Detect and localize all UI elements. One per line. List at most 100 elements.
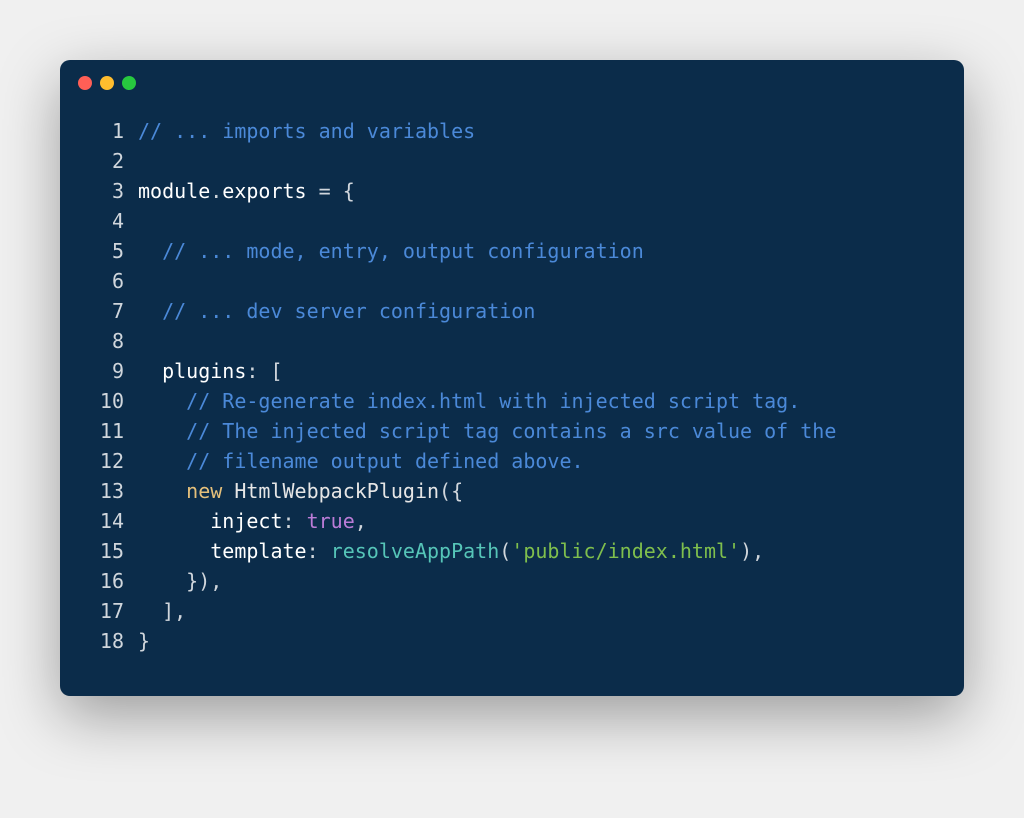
code-token: } bbox=[138, 629, 150, 653]
line-number: 8 bbox=[84, 326, 124, 356]
code-content bbox=[138, 266, 940, 296]
code-content: ], bbox=[138, 596, 940, 626]
code-line: 3 module.exports = { bbox=[84, 176, 940, 206]
code-token: , bbox=[355, 509, 367, 533]
code-token bbox=[138, 569, 186, 593]
code-line: 17 ], bbox=[84, 596, 940, 626]
code-token bbox=[138, 599, 162, 623]
code-token bbox=[138, 389, 186, 413]
code-token: ], bbox=[162, 599, 186, 623]
code-token: // ... dev server configuration bbox=[162, 299, 535, 323]
code-content: new HtmlWebpackPlugin({ bbox=[138, 476, 940, 506]
code-token bbox=[138, 359, 162, 383]
line-number: 13 bbox=[84, 476, 124, 506]
code-token: // ... imports and variables bbox=[138, 119, 475, 143]
code-token: plugins bbox=[162, 359, 246, 383]
code-content bbox=[138, 206, 940, 236]
code-token: : [ bbox=[246, 359, 282, 383]
code-content: module.exports = { bbox=[138, 176, 940, 206]
code-token: ), bbox=[740, 539, 764, 563]
code-token bbox=[222, 479, 234, 503]
code-token: true bbox=[307, 509, 355, 533]
maximize-dot[interactable] bbox=[122, 76, 136, 90]
line-number: 15 bbox=[84, 536, 124, 566]
line-number: 18 bbox=[84, 626, 124, 656]
line-number: 14 bbox=[84, 506, 124, 536]
titlebar bbox=[60, 60, 964, 100]
code-token: ({ bbox=[439, 479, 463, 503]
code-line: 2 bbox=[84, 146, 940, 176]
code-token: inject bbox=[210, 509, 282, 533]
close-dot[interactable] bbox=[78, 76, 92, 90]
code-token: new bbox=[186, 479, 222, 503]
line-number: 4 bbox=[84, 206, 124, 236]
code-content bbox=[138, 326, 940, 356]
line-number: 12 bbox=[84, 446, 124, 476]
code-token: template bbox=[210, 539, 306, 563]
code-line: 5 // ... mode, entry, output configurati… bbox=[84, 236, 940, 266]
code-token bbox=[138, 419, 186, 443]
code-line: 6 bbox=[84, 266, 940, 296]
code-content: // filename output defined above. bbox=[138, 446, 940, 476]
line-number: 9 bbox=[84, 356, 124, 386]
code-content: template: resolveAppPath('public/index.h… bbox=[138, 536, 940, 566]
code-token bbox=[138, 239, 162, 263]
line-number: 7 bbox=[84, 296, 124, 326]
line-number: 5 bbox=[84, 236, 124, 266]
code-line: 7 // ... dev server configuration bbox=[84, 296, 940, 326]
code-token bbox=[138, 449, 186, 473]
line-number: 16 bbox=[84, 566, 124, 596]
code-line: 16 }), bbox=[84, 566, 940, 596]
line-number: 6 bbox=[84, 266, 124, 296]
code-token: exports bbox=[222, 179, 306, 203]
code-token: // Re-generate index.html with injected … bbox=[186, 389, 800, 413]
code-line: 4 bbox=[84, 206, 940, 236]
code-line: 10 // Re-generate index.html with inject… bbox=[84, 386, 940, 416]
line-number: 3 bbox=[84, 176, 124, 206]
code-token: 'public/index.html' bbox=[511, 539, 740, 563]
line-number: 2 bbox=[84, 146, 124, 176]
code-token: : bbox=[283, 509, 307, 533]
code-line: 8 bbox=[84, 326, 940, 356]
code-token: // filename output defined above. bbox=[186, 449, 583, 473]
code-line: 14 inject: true, bbox=[84, 506, 940, 536]
code-token: . bbox=[210, 179, 222, 203]
code-content: inject: true, bbox=[138, 506, 940, 536]
code-token bbox=[138, 479, 186, 503]
code-line: 15 template: resolveAppPath('public/inde… bbox=[84, 536, 940, 566]
code-content: plugins: [ bbox=[138, 356, 940, 386]
code-token bbox=[138, 299, 162, 323]
code-content: // Re-generate index.html with injected … bbox=[138, 386, 940, 416]
code-token bbox=[138, 509, 210, 533]
code-content bbox=[138, 146, 940, 176]
code-line: 9 plugins: [ bbox=[84, 356, 940, 386]
code-token bbox=[138, 539, 210, 563]
code-token: // ... mode, entry, output configuration bbox=[162, 239, 644, 263]
line-number: 17 bbox=[84, 596, 124, 626]
line-number: 11 bbox=[84, 416, 124, 446]
line-number: 10 bbox=[84, 386, 124, 416]
code-line: 11 // The injected script tag contains a… bbox=[84, 416, 940, 446]
code-line: 12 // filename output defined above. bbox=[84, 446, 940, 476]
code-window: 1 // ... imports and variables 23 module.ex… bbox=[60, 60, 964, 696]
code-content: // ... dev server configuration bbox=[138, 296, 940, 326]
minimize-dot[interactable] bbox=[100, 76, 114, 90]
code-token: HtmlWebpackPlugin bbox=[234, 479, 439, 503]
code-line: 18} bbox=[84, 626, 940, 656]
code-token: }), bbox=[186, 569, 222, 593]
code-content: } bbox=[138, 626, 940, 656]
code-line: 1 // ... imports and variables bbox=[84, 116, 940, 146]
code-token: = { bbox=[307, 179, 355, 203]
code-content: // ... mode, entry, output configuration bbox=[138, 236, 940, 266]
code-area: 1 // ... imports and variables 23 module.ex… bbox=[60, 100, 964, 696]
code-token: resolveAppPath bbox=[331, 539, 500, 563]
code-token: ( bbox=[499, 539, 511, 563]
code-token: // The injected script tag contains a sr… bbox=[186, 419, 836, 443]
code-token: : bbox=[307, 539, 331, 563]
code-content: // ... imports and variables bbox=[138, 116, 940, 146]
code-line: 13 new HtmlWebpackPlugin({ bbox=[84, 476, 940, 506]
code-token: module bbox=[138, 179, 210, 203]
line-number: 1 bbox=[84, 116, 124, 146]
code-content: }), bbox=[138, 566, 940, 596]
code-content: // The injected script tag contains a sr… bbox=[138, 416, 940, 446]
